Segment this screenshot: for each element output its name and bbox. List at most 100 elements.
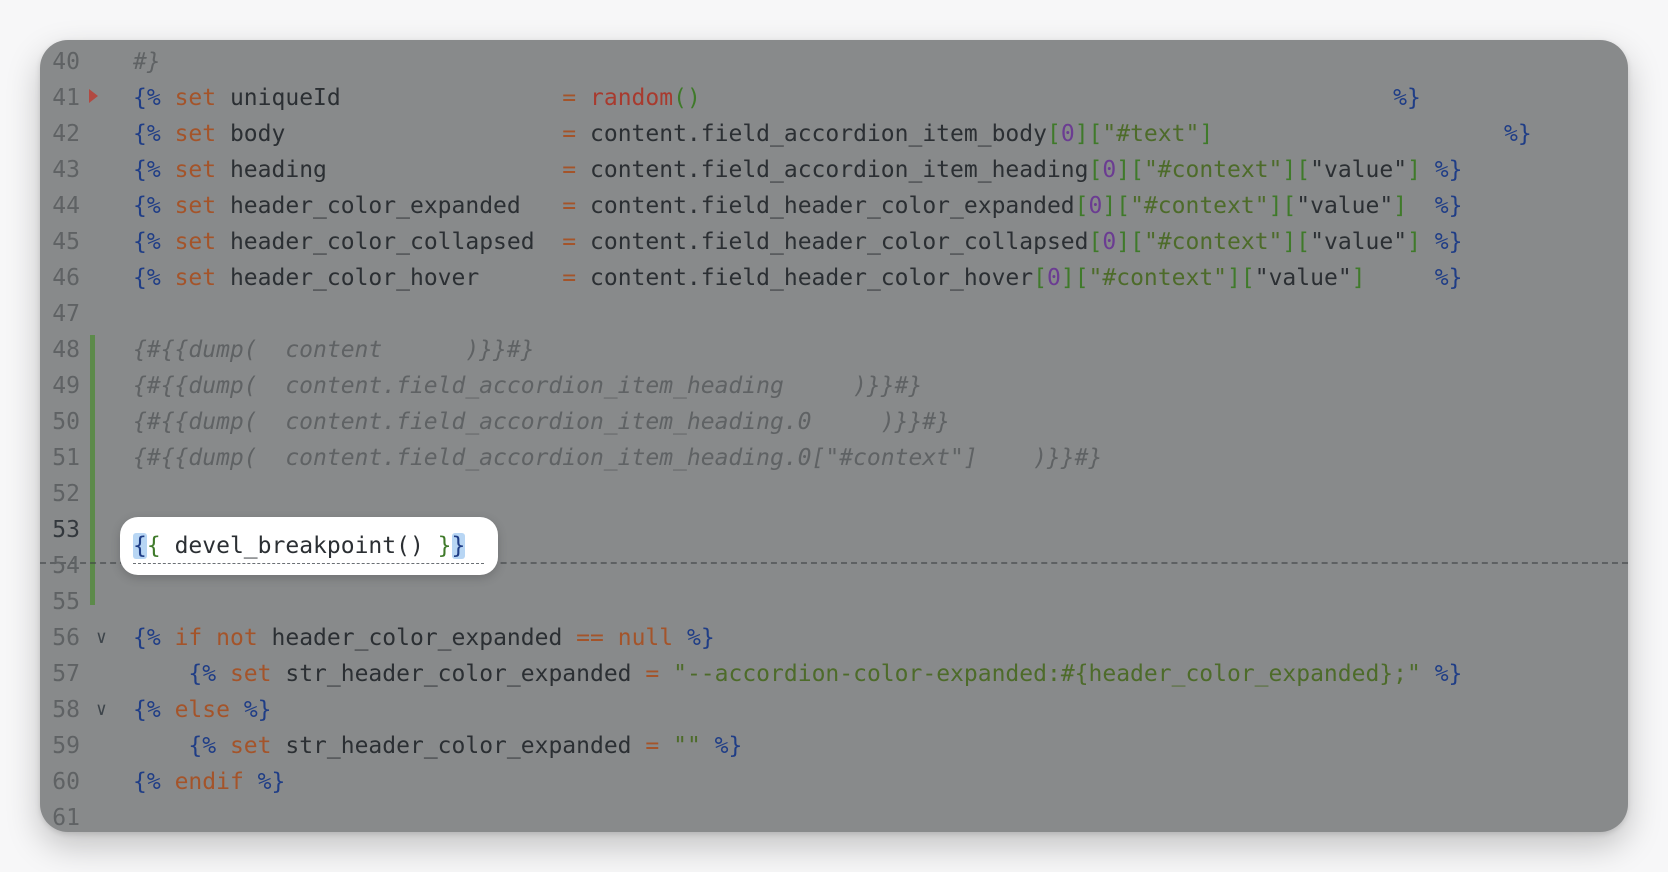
line-number[interactable]: 41 (40, 80, 80, 116)
line-number[interactable]: 56 (40, 620, 80, 656)
open-brace: { (133, 533, 147, 559)
line-number[interactable]: 50 (40, 404, 80, 440)
code-line[interactable]: 43 {% set heading = content.field_accordi… (40, 152, 1628, 188)
code-token: == (576, 625, 604, 651)
code-token: {% (133, 121, 161, 147)
code-token: ][ (1268, 193, 1297, 219)
code-token: [ (1046, 121, 1061, 147)
code-token: not (216, 625, 258, 651)
line-number[interactable]: 54 (40, 548, 80, 584)
line-number[interactable]: 49 (40, 368, 80, 404)
code-token: heading (216, 157, 563, 183)
code-token: %} (243, 697, 272, 723)
code-line[interactable]: 49 {#{{dump( content.field_accordion_item… (40, 368, 1628, 404)
line-number[interactable]: 55 (40, 584, 80, 620)
code-token: content.field_header_color_collapsed (576, 229, 1089, 255)
line-number[interactable]: 47 (40, 296, 80, 332)
code-token: set (229, 661, 272, 687)
code-token: header_color_collapsed (216, 229, 563, 255)
code-area[interactable]: 39*/40#}41{% set uniqueId = random() %}4… (40, 40, 1628, 832)
line-code: {#{{dump( content.field_accordion_item_h… (133, 368, 922, 404)
code-line[interactable]: 60 {% endif %} (40, 764, 1628, 800)
code-token: set (174, 193, 217, 219)
code-token: = (562, 157, 577, 183)
code-token: else (174, 697, 230, 723)
code-token: %} (1434, 265, 1463, 291)
fold-chevron-icon[interactable]: ∨ (96, 620, 107, 656)
code-line[interactable]: 51 {#{{dump( content.field_accordion_item… (40, 440, 1628, 476)
line-number[interactable]: 61 (40, 800, 80, 832)
code-token: "" (673, 733, 701, 759)
open-brace-2: { (146, 533, 161, 559)
code-token: %} (1434, 229, 1463, 255)
code-line[interactable]: 55 (40, 584, 1628, 620)
code-line[interactable]: 58 ∨ {% else %} (40, 692, 1628, 728)
code-token: content.field_header_color_hover (576, 265, 1034, 291)
code-token: header_color_expanded (216, 193, 563, 219)
code-token: "#context" (1130, 193, 1269, 219)
line-number[interactable]: 48 (40, 332, 80, 368)
code-token: content.field_accordion_item_heading (576, 157, 1089, 183)
code-line[interactable]: 52 (40, 476, 1628, 512)
code-line[interactable]: 48 {#{{dump( content )}}#} (40, 332, 1628, 368)
line-number[interactable]: 59 (40, 728, 80, 764)
code-token: () (673, 85, 701, 111)
code-line[interactable]: 59 {% set str_header_color_expanded = ""… (40, 728, 1628, 764)
code-token: {% (188, 661, 217, 687)
line-number[interactable]: 40 (40, 44, 80, 80)
code-token: = (645, 661, 660, 687)
code-line[interactable]: 44 {% set header_color_expanded = content… (40, 188, 1628, 224)
line-number[interactable]: 57 (40, 656, 80, 692)
line-code: {#{{dump( content.field_accordion_item_h… (133, 404, 950, 440)
code-token: ] (1199, 121, 1214, 147)
code-token: [ (1074, 193, 1089, 219)
code-token: if (174, 625, 203, 651)
line-number[interactable]: 58 (40, 692, 80, 728)
code-token: ] (1393, 193, 1408, 219)
close-brace: } (437, 533, 452, 559)
code-line[interactable]: 41 {% set uniqueId = random() %} (40, 80, 1628, 116)
line-number[interactable]: 60 (40, 764, 80, 800)
code-line[interactable]: 56 ∨ {% if not header_color_expanded == nu… (40, 620, 1628, 656)
line-number[interactable]: 51 (40, 440, 80, 476)
code-token: = (562, 229, 577, 255)
line-number[interactable]: 44 (40, 188, 80, 224)
line-number[interactable]: 43 (40, 152, 80, 188)
code-token: %} (1434, 193, 1463, 219)
line-code: {% set uniqueId = random() %} (133, 80, 1421, 116)
line-number[interactable]: 52 (40, 476, 80, 512)
code-line[interactable]: 47 (40, 296, 1628, 332)
line-code: {#{{dump( content.field_accordion_item_h… (133, 440, 1102, 476)
line-code: {% set body = content.field_accordion_it… (133, 116, 1532, 152)
line-number[interactable]: 46 (40, 260, 80, 296)
code-line[interactable]: 45 {% set header_color_collapsed = conten… (40, 224, 1628, 260)
code-token: random (590, 85, 674, 111)
line-code: {% set heading = content.field_accordion… (133, 152, 1462, 188)
code-line[interactable]: 50 {#{{dump( content.field_accordion_item… (40, 404, 1628, 440)
code-token: {% (133, 85, 161, 111)
code-token: = (562, 193, 577, 219)
code-token: %} (1434, 157, 1463, 183)
code-token: {#{{dump( content.field_accordion_item_h… (133, 373, 923, 399)
code-line[interactable]: 40 #} (40, 44, 1628, 80)
line-number[interactable]: 45 (40, 224, 80, 260)
fold-chevron-icon[interactable]: ∨ (96, 692, 107, 728)
code-line[interactable]: 42 {% set body = content.field_accordion_… (40, 116, 1628, 152)
code-token: %} (1503, 121, 1532, 147)
code-line[interactable]: 61 (40, 800, 1628, 832)
code-line[interactable]: 46 {% set header_color_hover = content.fi… (40, 260, 1628, 296)
breakpoint-highlight[interactable]: {{ devel_breakpoint() }} (120, 517, 498, 575)
line-number[interactable]: 53 (40, 512, 80, 548)
code-line[interactable]: 57 {% set str_header_color_expanded = "-… (40, 656, 1628, 692)
code-token: content.field_header_color_expanded (576, 193, 1075, 219)
line-number[interactable]: 42 (40, 116, 80, 152)
